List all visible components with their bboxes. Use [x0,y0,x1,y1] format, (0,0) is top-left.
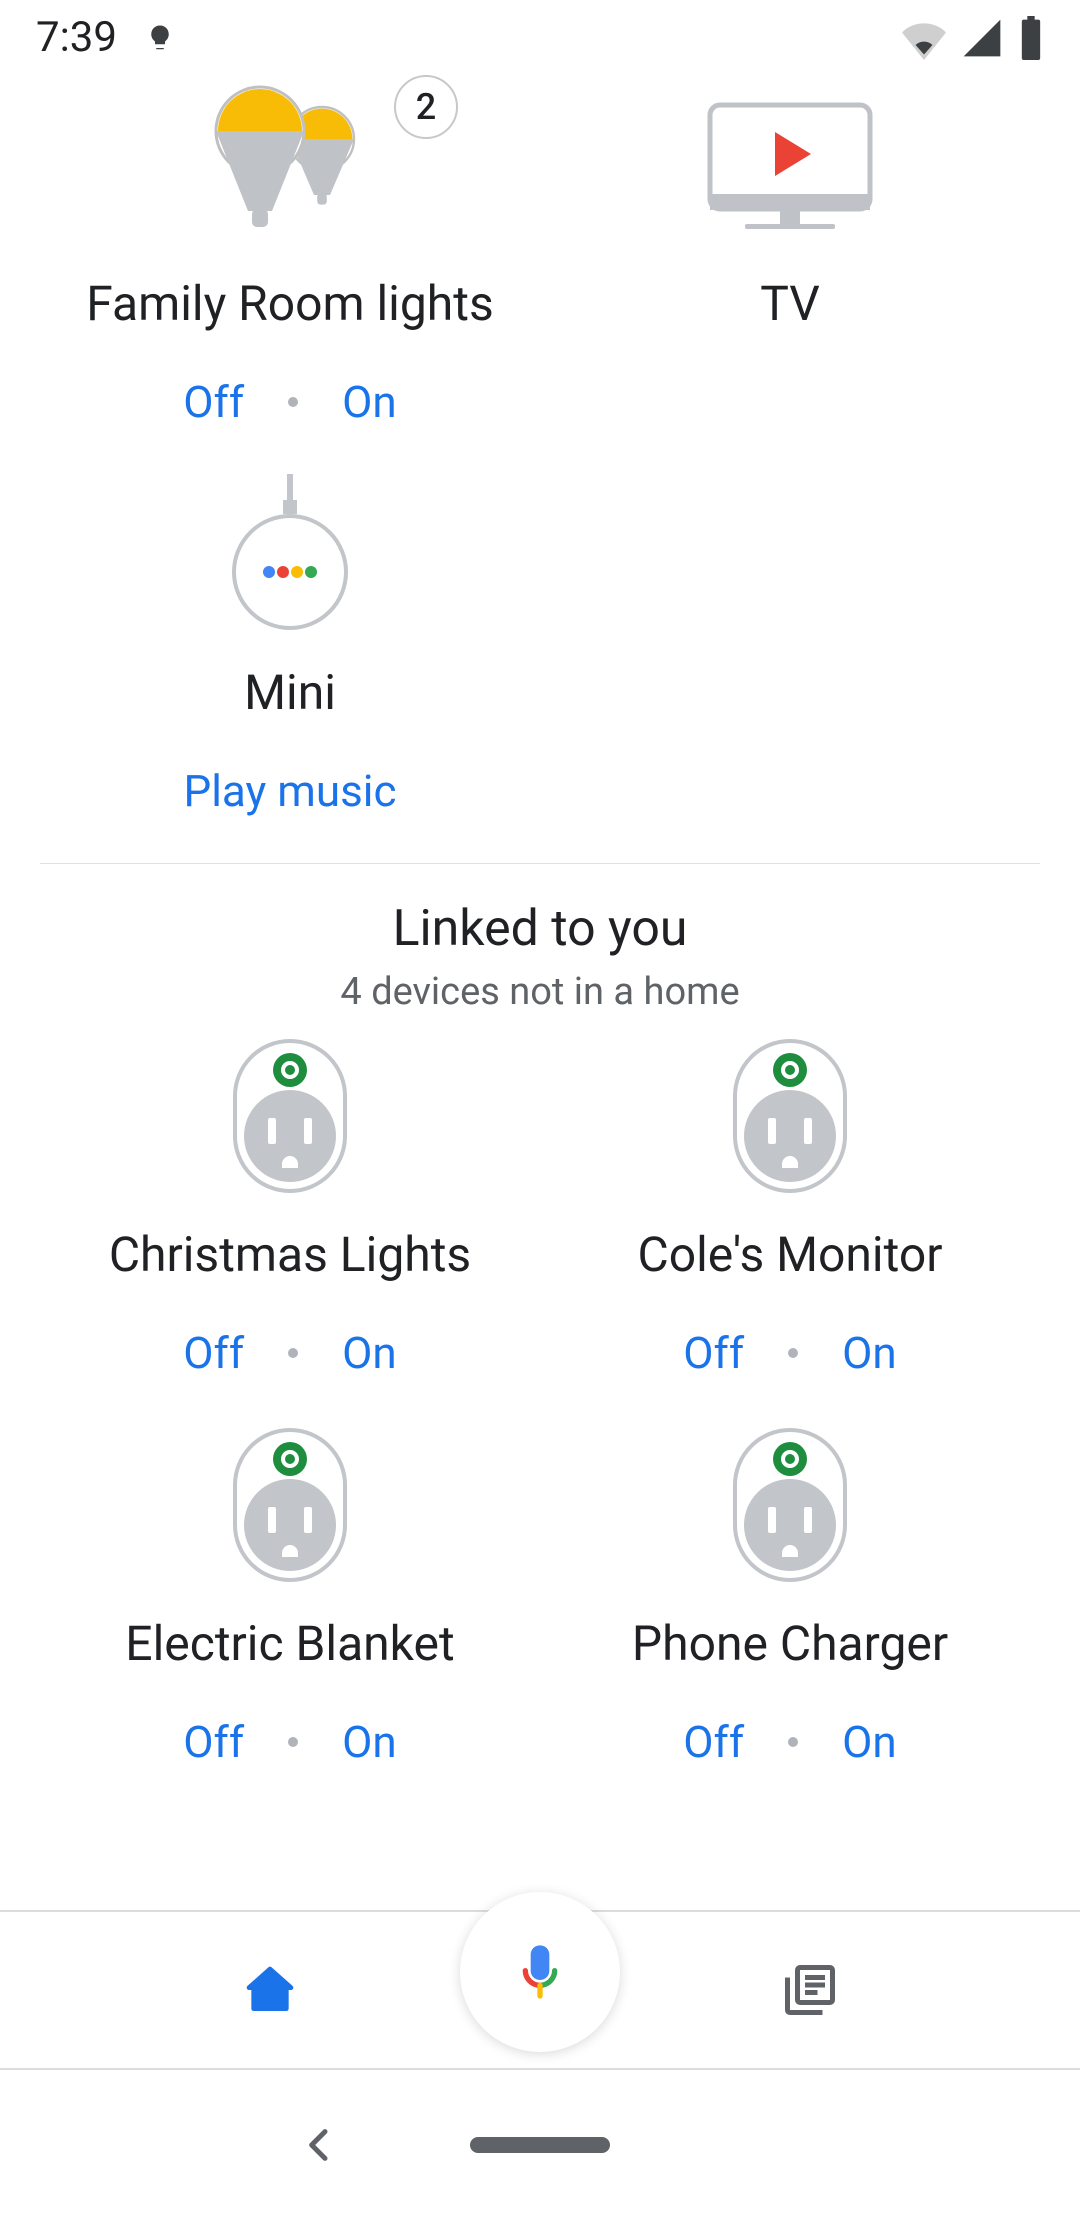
linked-section-subtitle: 4 devices not in a home [0,970,1080,1014]
battery-icon [1018,16,1044,60]
plug-on-button[interactable]: On [842,1716,897,1768]
home-tab[interactable] [0,1912,540,2068]
statusbar-time: 7:39 [36,13,117,62]
back-icon[interactable] [300,2125,340,2165]
plug-off-button[interactable]: Off [183,1327,244,1379]
device-title: Mini [244,664,336,721]
smart-plug-icon [730,1425,850,1585]
speaker-icon [225,474,355,634]
smart-plug-icon [730,1036,850,1196]
android-system-nav [0,2070,1080,2220]
device-card-tv[interactable]: TV [540,75,1040,464]
activity-tab[interactable] [540,1912,1080,2068]
separator-dot [788,1737,798,1747]
separator-dot [288,1348,298,1358]
separator-dot [288,397,298,407]
lightbulb-group-icon [190,85,390,245]
signal-icon [960,16,1004,60]
device-title: Christmas Lights [109,1226,471,1283]
smart-plug-icon [230,1425,350,1585]
device-title: TV [760,275,820,332]
activity-icon [780,1960,840,2020]
device-title: Family Room lights [86,275,493,332]
mic-icon [508,1940,572,2004]
separator-dot [288,1737,298,1747]
section-separator [40,863,1040,864]
device-title: Phone Charger [632,1615,948,1672]
device-card-plug[interactable]: Electric Blanket Off On [40,1415,540,1804]
separator-dot [788,1348,798,1358]
home-icon [242,1962,298,2018]
linked-section-title: Linked to you [0,900,1080,958]
plug-off-button[interactable]: Off [683,1716,744,1768]
device-card-speaker[interactable]: Mini Play music [40,464,540,853]
lights-on-button[interactable]: On [342,376,397,428]
play-music-button[interactable]: Play music [183,765,396,817]
device-card-plug[interactable]: Cole's Monitor Off On [540,1026,1040,1415]
gesture-pill[interactable] [470,2137,610,2153]
light-count-badge: 2 [394,75,458,139]
device-card-lights[interactable]: 2 Family Room lights Off On [40,75,540,464]
device-title: Cole's Monitor [638,1226,943,1283]
device-card-plug[interactable]: Phone Charger Off On [540,1415,1040,1804]
device-title: Electric Blanket [125,1615,454,1672]
wifi-icon [902,16,946,60]
lights-off-button[interactable]: Off [183,376,244,428]
notification-icon [145,23,175,53]
plug-on-button[interactable]: On [342,1327,397,1379]
plug-on-button[interactable]: On [342,1716,397,1768]
plug-off-button[interactable]: Off [683,1327,744,1379]
plug-on-button[interactable]: On [842,1327,897,1379]
device-card-plug[interactable]: Christmas Lights Off On [40,1026,540,1415]
android-statusbar: 7:39 [0,0,1080,75]
voice-assistant-button[interactable] [460,1892,620,2052]
smart-plug-icon [230,1036,350,1196]
plug-off-button[interactable]: Off [183,1716,244,1768]
tv-icon [705,90,875,240]
